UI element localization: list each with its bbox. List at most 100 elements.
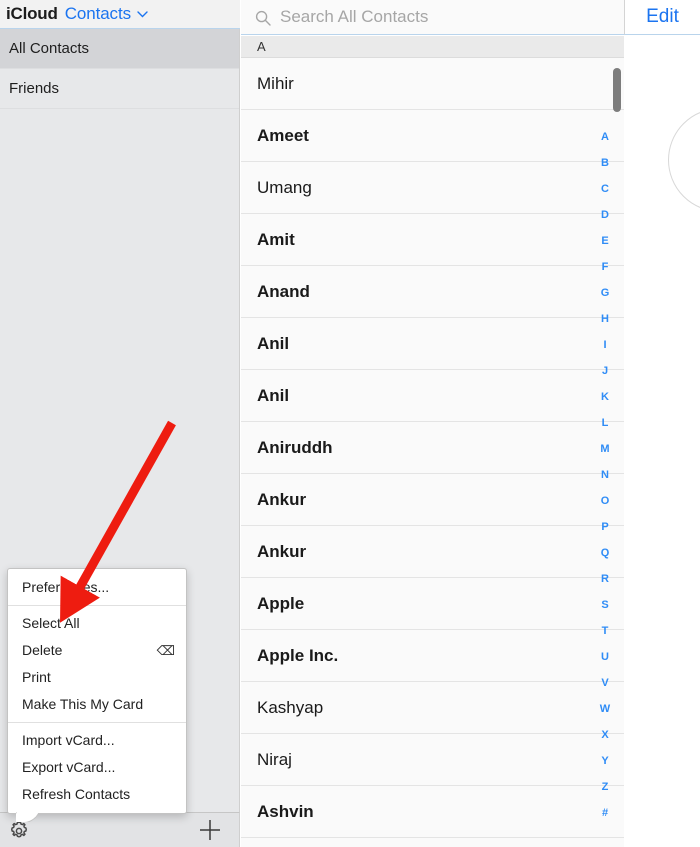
alpha-index-letter[interactable]: S (594, 592, 616, 618)
delete-key-icon: ⌫ (156, 643, 175, 658)
contact-name: Aniruddh (257, 438, 333, 457)
icloud-contacts-window: iCloud Contacts All Contacts Friends Pre… (0, 0, 700, 847)
alpha-index-letter[interactable]: U (594, 644, 616, 670)
menu-item-print[interactable]: Print (8, 664, 186, 691)
list-item[interactable]: Amit (241, 214, 624, 266)
search-bar (241, 0, 624, 35)
list-item[interactable]: Ankur (241, 526, 624, 578)
contact-name: Kashyap (257, 698, 324, 717)
alpha-index-letter[interactable]: O (594, 488, 616, 514)
alpha-index-letter[interactable]: J (594, 358, 616, 384)
menu-item-import-vcard[interactable]: Import vCard... (8, 727, 186, 754)
alpha-index-letter[interactable]: C (594, 176, 616, 202)
menu-item-label: Select All (22, 615, 80, 631)
chevron-down-icon[interactable] (137, 10, 148, 21)
alpha-index-letter[interactable]: X (594, 722, 616, 748)
contact-name: Anil (257, 334, 290, 353)
contact-name: Apple Inc. (257, 646, 339, 665)
alpha-index-letter[interactable]: Y (594, 748, 616, 774)
search-input[interactable] (280, 7, 600, 27)
contact-name: Ashvin (257, 802, 314, 821)
avatar-placeholder-icon (668, 108, 700, 212)
alpha-index-letter[interactable]: T (594, 618, 616, 644)
menu-item-delete[interactable]: Delete ⌫ (8, 637, 186, 664)
alpha-index-letter[interactable]: V (594, 670, 616, 696)
alpha-index-letter[interactable]: W (594, 696, 616, 722)
edit-bar: Edit (624, 0, 700, 35)
contact-name: Ankur (257, 542, 307, 561)
menu-item-label: Delete (22, 642, 63, 658)
sidebar-item-friends[interactable]: Friends (0, 69, 239, 109)
contact-name: Ankur (257, 490, 307, 509)
alpha-index-letter[interactable]: # (594, 800, 616, 826)
list-item[interactable]: Apple (241, 578, 624, 630)
alpha-index-letter[interactable]: L (594, 410, 616, 436)
list-item[interactable]: Niraj (241, 734, 624, 786)
contact-name: Amit (257, 230, 295, 249)
menu-item-label: Import vCard... (22, 732, 115, 748)
alpha-index-letter[interactable]: E (594, 228, 616, 254)
menu-separator (8, 722, 186, 723)
edit-button[interactable]: Edit (646, 6, 679, 28)
menu-item-refresh-contacts[interactable]: Refresh Contacts (8, 781, 186, 808)
contacts-list[interactable]: A Mihir Ameet Umang Amit Anand Anil Anil… (241, 36, 624, 847)
menu-item-label: Preferences... (22, 579, 110, 595)
alpha-index-letter[interactable]: P (594, 514, 616, 540)
list-item[interactable]: Anand (241, 266, 624, 318)
alpha-index-letter[interactable]: D (594, 202, 616, 228)
list-item[interactable]: Mihir (241, 58, 624, 110)
alpha-index-letter[interactable]: K (594, 384, 616, 410)
icloud-brand-label: iCloud (6, 4, 58, 23)
contact-name: Anand (257, 282, 310, 301)
alpha-index-letter[interactable]: F (594, 254, 616, 280)
menu-item-label: Make This My Card (22, 696, 144, 712)
menu-item-label: Refresh Contacts (22, 786, 131, 802)
app-header: iCloud Contacts (0, 0, 240, 29)
alpha-index-letter[interactable]: H (594, 306, 616, 332)
menu-item-make-this-my-card[interactable]: Make This My Card (8, 691, 186, 718)
alpha-index-letter[interactable]: R (594, 566, 616, 592)
list-item[interactable]: Apple Inc. (241, 630, 624, 682)
alpha-index-letter[interactable]: A (594, 124, 616, 150)
list-item[interactable]: Kashyap (241, 682, 624, 734)
alphabet-index[interactable]: A B C D E F G H I J K L M N O P Q R S T U V W X Y Z # (594, 124, 616, 826)
contact-name: Apple (257, 594, 305, 613)
menu-item-label: Print (22, 669, 51, 685)
list-section-header: A (241, 36, 624, 58)
contact-detail-pane (625, 36, 700, 847)
sidebar-item-label: All Contacts (9, 40, 90, 57)
list-item[interactable]: Ankur (241, 474, 624, 526)
contact-name: Mihir (257, 74, 294, 93)
menu-item-export-vcard[interactable]: Export vCard... (8, 754, 186, 781)
scrollbar-thumb[interactable] (613, 68, 621, 112)
list-item[interactable]: Ameet (241, 110, 624, 162)
search-icon (255, 10, 271, 26)
alpha-index-letter[interactable]: Q (594, 540, 616, 566)
menu-item-label: Export vCard... (22, 759, 116, 775)
menu-separator (8, 605, 186, 606)
sidebar-item-label: Friends (9, 80, 60, 97)
list-item[interactable]: Aniruddh (241, 422, 624, 474)
alpha-index-letter[interactable]: N (594, 462, 616, 488)
list-item[interactable]: Anil (241, 318, 624, 370)
alpha-index-letter[interactable]: B (594, 150, 616, 176)
list-item[interactable]: Umang (241, 162, 624, 214)
alpha-index-letter[interactable]: G (594, 280, 616, 306)
list-item[interactable]: Ashvin (241, 786, 624, 838)
alpha-index-letter[interactable]: M (594, 436, 616, 462)
sidebar-item-all-contacts[interactable]: All Contacts (0, 29, 239, 69)
contact-name: Umang (257, 178, 312, 197)
contact-name: Niraj (257, 750, 292, 769)
menu-pointer-tail (16, 812, 38, 822)
app-switcher-label[interactable]: Contacts (65, 4, 131, 24)
settings-context-menu: Preferences... Select All Delete ⌫ Print… (7, 568, 187, 814)
menu-item-select-all[interactable]: Select All (8, 610, 186, 637)
gear-icon[interactable] (7, 819, 31, 843)
contact-name: Anil (257, 386, 290, 405)
alpha-index-letter[interactable]: Z (594, 774, 616, 800)
menu-item-preferences[interactable]: Preferences... (8, 574, 186, 601)
alpha-index-letter[interactable]: I (594, 332, 616, 358)
list-item[interactable]: Anil (241, 370, 624, 422)
add-contact-button[interactable] (196, 816, 224, 844)
contact-name: Ameet (257, 126, 309, 145)
